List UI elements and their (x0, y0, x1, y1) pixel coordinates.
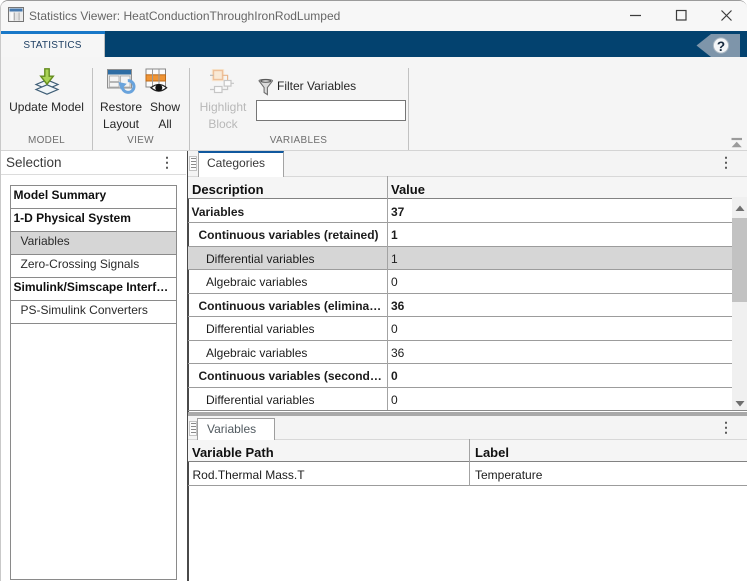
svg-text:?: ? (717, 39, 725, 54)
